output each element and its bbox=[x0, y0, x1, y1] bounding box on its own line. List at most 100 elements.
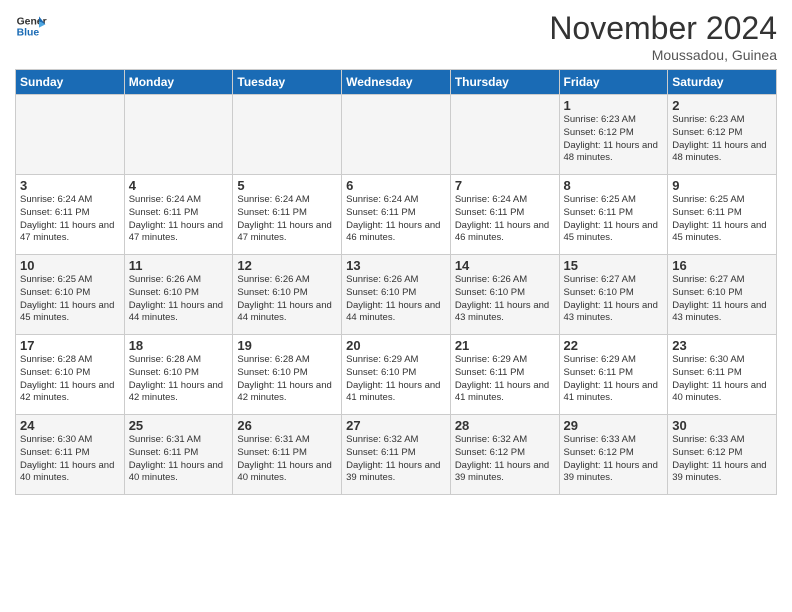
day-number: 8 bbox=[564, 178, 664, 193]
calendar-cell bbox=[124, 95, 233, 175]
calendar-cell: 16Sunrise: 6:27 AMSunset: 6:10 PMDayligh… bbox=[668, 255, 777, 335]
day-info: Sunrise: 6:32 AMSunset: 6:12 PMDaylight:… bbox=[455, 434, 555, 485]
day-number: 26 bbox=[237, 418, 337, 433]
location: Moussadou, Guinea bbox=[549, 47, 777, 63]
calendar-cell: 24Sunrise: 6:30 AMSunset: 6:11 PMDayligh… bbox=[16, 415, 125, 495]
calendar-cell: 15Sunrise: 6:27 AMSunset: 6:10 PMDayligh… bbox=[559, 255, 668, 335]
calendar-table: SundayMondayTuesdayWednesdayThursdayFrid… bbox=[15, 69, 777, 495]
calendar-week-row: 1Sunrise: 6:23 AMSunset: 6:12 PMDaylight… bbox=[16, 95, 777, 175]
day-info: Sunrise: 6:25 AMSunset: 6:11 PMDaylight:… bbox=[672, 194, 772, 245]
logo-icon: General Blue bbox=[15, 10, 47, 42]
day-info: Sunrise: 6:26 AMSunset: 6:10 PMDaylight:… bbox=[129, 274, 229, 325]
calendar-week-row: 3Sunrise: 6:24 AMSunset: 6:11 PMDaylight… bbox=[16, 175, 777, 255]
calendar-cell: 6Sunrise: 6:24 AMSunset: 6:11 PMDaylight… bbox=[342, 175, 451, 255]
day-number: 14 bbox=[455, 258, 555, 273]
day-number: 1 bbox=[564, 98, 664, 113]
title-section: November 2024 Moussadou, Guinea bbox=[549, 10, 777, 63]
day-info: Sunrise: 6:26 AMSunset: 6:10 PMDaylight:… bbox=[237, 274, 337, 325]
calendar-cell: 28Sunrise: 6:32 AMSunset: 6:12 PMDayligh… bbox=[450, 415, 559, 495]
calendar-cell: 10Sunrise: 6:25 AMSunset: 6:10 PMDayligh… bbox=[16, 255, 125, 335]
day-number: 29 bbox=[564, 418, 664, 433]
day-info: Sunrise: 6:28 AMSunset: 6:10 PMDaylight:… bbox=[20, 354, 120, 405]
calendar-cell: 5Sunrise: 6:24 AMSunset: 6:11 PMDaylight… bbox=[233, 175, 342, 255]
calendar-cell: 14Sunrise: 6:26 AMSunset: 6:10 PMDayligh… bbox=[450, 255, 559, 335]
weekday-header: Thursday bbox=[450, 70, 559, 95]
day-number: 20 bbox=[346, 338, 446, 353]
day-number: 3 bbox=[20, 178, 120, 193]
day-info: Sunrise: 6:24 AMSunset: 6:11 PMDaylight:… bbox=[346, 194, 446, 245]
day-info: Sunrise: 6:24 AMSunset: 6:11 PMDaylight:… bbox=[20, 194, 120, 245]
calendar-cell: 21Sunrise: 6:29 AMSunset: 6:11 PMDayligh… bbox=[450, 335, 559, 415]
weekday-header: Wednesday bbox=[342, 70, 451, 95]
day-info: Sunrise: 6:23 AMSunset: 6:12 PMDaylight:… bbox=[564, 114, 664, 165]
weekday-header: Friday bbox=[559, 70, 668, 95]
day-number: 23 bbox=[672, 338, 772, 353]
day-number: 4 bbox=[129, 178, 229, 193]
calendar-week-row: 17Sunrise: 6:28 AMSunset: 6:10 PMDayligh… bbox=[16, 335, 777, 415]
calendar-cell: 19Sunrise: 6:28 AMSunset: 6:10 PMDayligh… bbox=[233, 335, 342, 415]
day-number: 11 bbox=[129, 258, 229, 273]
calendar-cell: 17Sunrise: 6:28 AMSunset: 6:10 PMDayligh… bbox=[16, 335, 125, 415]
day-info: Sunrise: 6:25 AMSunset: 6:11 PMDaylight:… bbox=[564, 194, 664, 245]
day-info: Sunrise: 6:30 AMSunset: 6:11 PMDaylight:… bbox=[672, 354, 772, 405]
day-info: Sunrise: 6:27 AMSunset: 6:10 PMDaylight:… bbox=[672, 274, 772, 325]
calendar-week-row: 24Sunrise: 6:30 AMSunset: 6:11 PMDayligh… bbox=[16, 415, 777, 495]
day-number: 28 bbox=[455, 418, 555, 433]
calendar-cell bbox=[233, 95, 342, 175]
calendar-cell: 11Sunrise: 6:26 AMSunset: 6:10 PMDayligh… bbox=[124, 255, 233, 335]
calendar-cell: 9Sunrise: 6:25 AMSunset: 6:11 PMDaylight… bbox=[668, 175, 777, 255]
day-info: Sunrise: 6:29 AMSunset: 6:10 PMDaylight:… bbox=[346, 354, 446, 405]
weekday-header: Saturday bbox=[668, 70, 777, 95]
calendar-cell: 3Sunrise: 6:24 AMSunset: 6:11 PMDaylight… bbox=[16, 175, 125, 255]
weekday-header-row: SundayMondayTuesdayWednesdayThursdayFrid… bbox=[16, 70, 777, 95]
day-number: 24 bbox=[20, 418, 120, 433]
day-info: Sunrise: 6:27 AMSunset: 6:10 PMDaylight:… bbox=[564, 274, 664, 325]
day-number: 25 bbox=[129, 418, 229, 433]
day-number: 22 bbox=[564, 338, 664, 353]
day-number: 9 bbox=[672, 178, 772, 193]
svg-text:Blue: Blue bbox=[17, 28, 40, 39]
day-number: 27 bbox=[346, 418, 446, 433]
calendar-cell bbox=[342, 95, 451, 175]
calendar-week-row: 10Sunrise: 6:25 AMSunset: 6:10 PMDayligh… bbox=[16, 255, 777, 335]
weekday-header: Sunday bbox=[16, 70, 125, 95]
weekday-header: Tuesday bbox=[233, 70, 342, 95]
day-info: Sunrise: 6:25 AMSunset: 6:10 PMDaylight:… bbox=[20, 274, 120, 325]
day-info: Sunrise: 6:26 AMSunset: 6:10 PMDaylight:… bbox=[455, 274, 555, 325]
day-number: 5 bbox=[237, 178, 337, 193]
calendar-cell: 13Sunrise: 6:26 AMSunset: 6:10 PMDayligh… bbox=[342, 255, 451, 335]
day-info: Sunrise: 6:28 AMSunset: 6:10 PMDaylight:… bbox=[129, 354, 229, 405]
calendar-cell bbox=[450, 95, 559, 175]
page-container: General Blue November 2024 Moussadou, Gu… bbox=[0, 0, 792, 505]
day-number: 30 bbox=[672, 418, 772, 433]
day-info: Sunrise: 6:29 AMSunset: 6:11 PMDaylight:… bbox=[564, 354, 664, 405]
day-number: 17 bbox=[20, 338, 120, 353]
calendar-cell: 23Sunrise: 6:30 AMSunset: 6:11 PMDayligh… bbox=[668, 335, 777, 415]
weekday-header: Monday bbox=[124, 70, 233, 95]
day-info: Sunrise: 6:29 AMSunset: 6:11 PMDaylight:… bbox=[455, 354, 555, 405]
calendar-cell bbox=[16, 95, 125, 175]
calendar-cell: 25Sunrise: 6:31 AMSunset: 6:11 PMDayligh… bbox=[124, 415, 233, 495]
calendar-cell: 30Sunrise: 6:33 AMSunset: 6:12 PMDayligh… bbox=[668, 415, 777, 495]
day-number: 18 bbox=[129, 338, 229, 353]
day-info: Sunrise: 6:23 AMSunset: 6:12 PMDaylight:… bbox=[672, 114, 772, 165]
calendar-cell: 22Sunrise: 6:29 AMSunset: 6:11 PMDayligh… bbox=[559, 335, 668, 415]
day-number: 6 bbox=[346, 178, 446, 193]
day-number: 16 bbox=[672, 258, 772, 273]
day-number: 10 bbox=[20, 258, 120, 273]
day-number: 12 bbox=[237, 258, 337, 273]
day-number: 7 bbox=[455, 178, 555, 193]
day-info: Sunrise: 6:33 AMSunset: 6:12 PMDaylight:… bbox=[564, 434, 664, 485]
day-info: Sunrise: 6:30 AMSunset: 6:11 PMDaylight:… bbox=[20, 434, 120, 485]
day-info: Sunrise: 6:28 AMSunset: 6:10 PMDaylight:… bbox=[237, 354, 337, 405]
calendar-cell: 7Sunrise: 6:24 AMSunset: 6:11 PMDaylight… bbox=[450, 175, 559, 255]
calendar-cell: 2Sunrise: 6:23 AMSunset: 6:12 PMDaylight… bbox=[668, 95, 777, 175]
day-info: Sunrise: 6:24 AMSunset: 6:11 PMDaylight:… bbox=[455, 194, 555, 245]
day-info: Sunrise: 6:24 AMSunset: 6:11 PMDaylight:… bbox=[129, 194, 229, 245]
day-info: Sunrise: 6:24 AMSunset: 6:11 PMDaylight:… bbox=[237, 194, 337, 245]
day-number: 2 bbox=[672, 98, 772, 113]
month-title: November 2024 bbox=[549, 10, 777, 47]
calendar-cell: 26Sunrise: 6:31 AMSunset: 6:11 PMDayligh… bbox=[233, 415, 342, 495]
header: General Blue November 2024 Moussadou, Gu… bbox=[15, 10, 777, 63]
day-info: Sunrise: 6:32 AMSunset: 6:11 PMDaylight:… bbox=[346, 434, 446, 485]
